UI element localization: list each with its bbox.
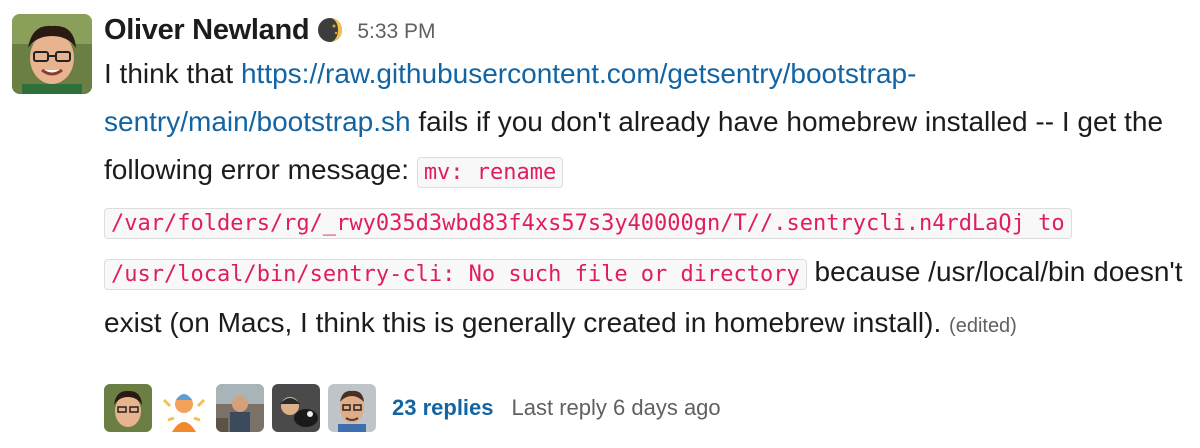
crescent-moon-icon [317, 17, 343, 43]
reply-count-link[interactable]: 23 replies [392, 395, 494, 421]
message-header: Oliver Newland 5:33 PM [104, 8, 1194, 52]
last-reply-time: Last reply 6 days ago [511, 395, 721, 420]
author-name[interactable]: Oliver Newland [104, 14, 310, 47]
message-text: I think that [104, 58, 241, 89]
reply-avatar [216, 384, 264, 432]
message-body: I think that https://raw.githubuserconte… [104, 50, 1194, 350]
reply-avatar [160, 384, 208, 432]
reply-avatar [328, 384, 376, 432]
author-avatar[interactable] [12, 14, 92, 94]
message-timestamp[interactable]: 5:33 PM [357, 20, 435, 44]
message-content: Oliver Newland 5:33 PM I think that http… [104, 8, 1194, 350]
edited-label: (edited) [949, 315, 1017, 337]
thread-summary[interactable]: 23 replies Last reply 6 days ago [104, 384, 721, 432]
reply-avatar [272, 384, 320, 432]
reply-avatar [104, 384, 152, 432]
